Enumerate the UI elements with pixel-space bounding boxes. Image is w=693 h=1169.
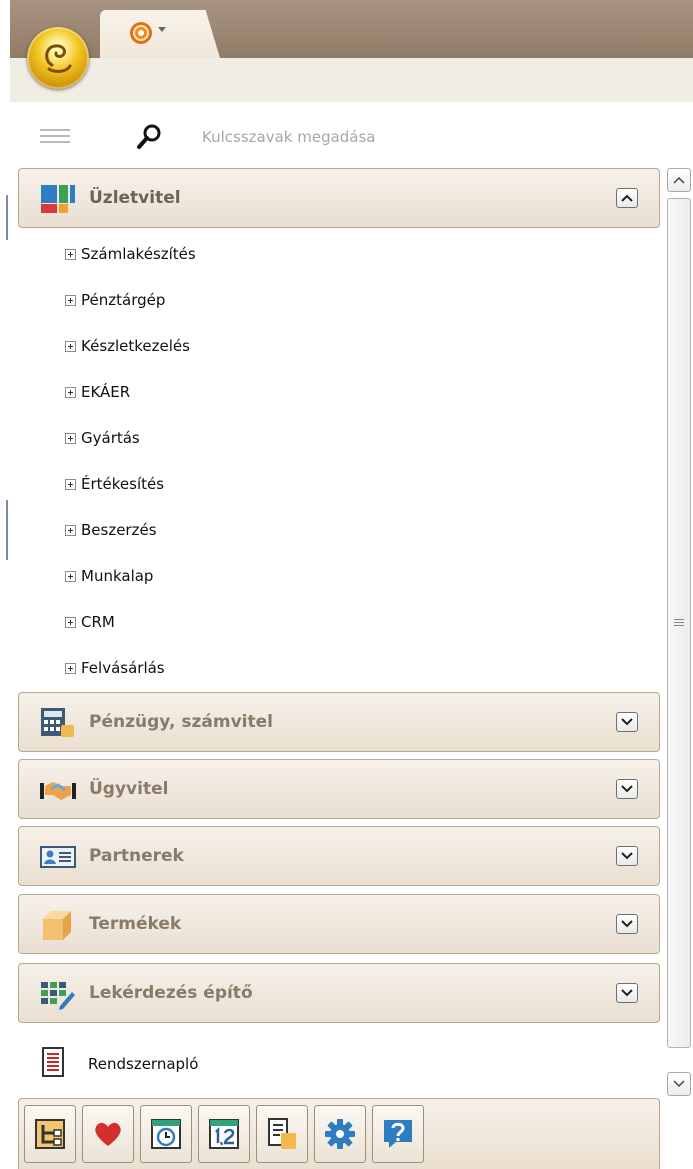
calculator-icon [41, 708, 74, 737]
scroll-up-button[interactable] [667, 168, 691, 192]
tree-item-crm[interactable]: CRM [18, 600, 660, 646]
settings-gear-icon [325, 1119, 355, 1149]
tree-item-keszletkezeles[interactable]: Készletkezelés [18, 324, 660, 370]
expand-button[interactable] [616, 914, 638, 934]
header-band [10, 58, 693, 102]
panel-label: Termékek [89, 914, 182, 934]
expand-plus-icon[interactable] [65, 479, 76, 490]
expand-plus-icon[interactable] [65, 663, 76, 674]
search-input[interactable] [200, 124, 624, 150]
document-list-button[interactable] [256, 1105, 308, 1163]
chevron-down-icon [621, 989, 633, 997]
expand-button[interactable] [616, 983, 638, 1003]
document-list-icon [268, 1118, 296, 1149]
edge-marker [6, 195, 8, 240]
chevron-down-icon [621, 718, 633, 726]
numbering-button[interactable] [198, 1105, 250, 1163]
expand-plus-icon[interactable] [65, 525, 76, 536]
panel-label: Lekérdezés építő [89, 983, 253, 1003]
chevron-down-icon [621, 920, 633, 928]
tree-item-ertekesites[interactable]: Értékesítés [18, 462, 660, 508]
query-builder-icon [41, 982, 75, 1010]
tree-item-szamlakeszites[interactable]: Számlakészítés [18, 232, 660, 278]
handshake-icon [40, 782, 76, 800]
history-clock-icon [151, 1119, 181, 1149]
chevron-up-icon [621, 194, 633, 202]
quick-access-icon[interactable] [130, 22, 152, 44]
panel-label: Ügyvitel [89, 779, 169, 799]
expand-plus-icon[interactable] [65, 571, 76, 582]
tree-item-ekaer[interactable]: EKÁER [18, 370, 660, 416]
panel-header-termekek[interactable]: Termékek [18, 894, 660, 954]
tree-item-penztargep[interactable]: Pénztárgép [18, 278, 660, 324]
expand-plus-icon[interactable] [65, 433, 76, 444]
collapse-button[interactable] [616, 188, 638, 208]
chevron-down-icon [673, 1080, 685, 1088]
panel-header-ugyvitel[interactable]: Ügyvitel [18, 759, 660, 819]
scroll-down-button[interactable] [667, 1072, 691, 1096]
vertical-scrollbar[interactable] [665, 168, 693, 1098]
tree-item-beszerzes[interactable]: Beszerzés [18, 508, 660, 554]
expand-plus-icon[interactable] [65, 295, 76, 306]
app-logo-icon [45, 44, 72, 73]
favorites-heart-icon [95, 1122, 121, 1146]
history-button[interactable] [140, 1105, 192, 1163]
edge-marker [6, 500, 8, 560]
help-button[interactable] [372, 1105, 424, 1163]
panel-header-penzugy[interactable]: Pénzügy, számvitel [18, 692, 660, 752]
window-left-edge [0, 0, 10, 1169]
expand-plus-icon[interactable] [65, 341, 76, 352]
settings-button[interactable] [314, 1105, 366, 1163]
chevron-down-icon[interactable] [158, 27, 166, 32]
grip-icon [674, 619, 684, 628]
expand-plus-icon[interactable] [65, 249, 76, 260]
contact-card-icon [40, 846, 76, 868]
tree-view-button[interactable] [24, 1105, 76, 1163]
box-icon [43, 911, 71, 940]
panel-label: Partnerek [89, 846, 184, 866]
expand-button[interactable] [616, 846, 638, 866]
panel-label: Pénzügy, számvitel [89, 712, 273, 732]
list-item-rendszernaplo[interactable]: Rendszernapló [18, 1034, 660, 1096]
search-icon[interactable] [134, 122, 164, 152]
panel-header-uzletvitel[interactable]: Üzletvitel [18, 168, 660, 228]
list-item-label: Rendszernapló [88, 1055, 199, 1073]
favorites-button[interactable] [82, 1105, 134, 1163]
app-menu-orb[interactable] [27, 27, 89, 89]
numbering-icon [209, 1119, 239, 1149]
tree-item-munkalap[interactable]: Munkalap [18, 554, 660, 600]
business-icon [41, 185, 75, 213]
scroll-thumb[interactable] [667, 198, 691, 1048]
tree-view-icon [35, 1119, 65, 1149]
expand-plus-icon[interactable] [65, 617, 76, 628]
chevron-down-icon [621, 852, 633, 860]
panel-header-partnerek[interactable]: Partnerek [18, 826, 660, 886]
expand-button[interactable] [616, 712, 638, 732]
bottom-toolbar [18, 1098, 660, 1169]
chevron-down-icon [621, 785, 633, 793]
panel-label: Üzletvitel [89, 188, 181, 208]
log-document-icon [42, 1047, 64, 1077]
hamburger-menu-icon[interactable] [40, 129, 70, 143]
quick-access-toolbar [100, 10, 220, 58]
search-row [10, 102, 693, 168]
panel-header-lekerdezes[interactable]: Lekérdezés építő [18, 963, 660, 1023]
uzletvitel-tree: Számlakészítés Pénztárgép Készletkezelés… [18, 232, 660, 692]
chevron-up-icon [673, 176, 685, 184]
expand-plus-icon[interactable] [65, 387, 76, 398]
tree-item-felvasarlas[interactable]: Felvásárlás [18, 646, 660, 692]
help-icon [384, 1120, 412, 1148]
expand-button[interactable] [616, 779, 638, 799]
tree-item-gyartas[interactable]: Gyártás [18, 416, 660, 462]
